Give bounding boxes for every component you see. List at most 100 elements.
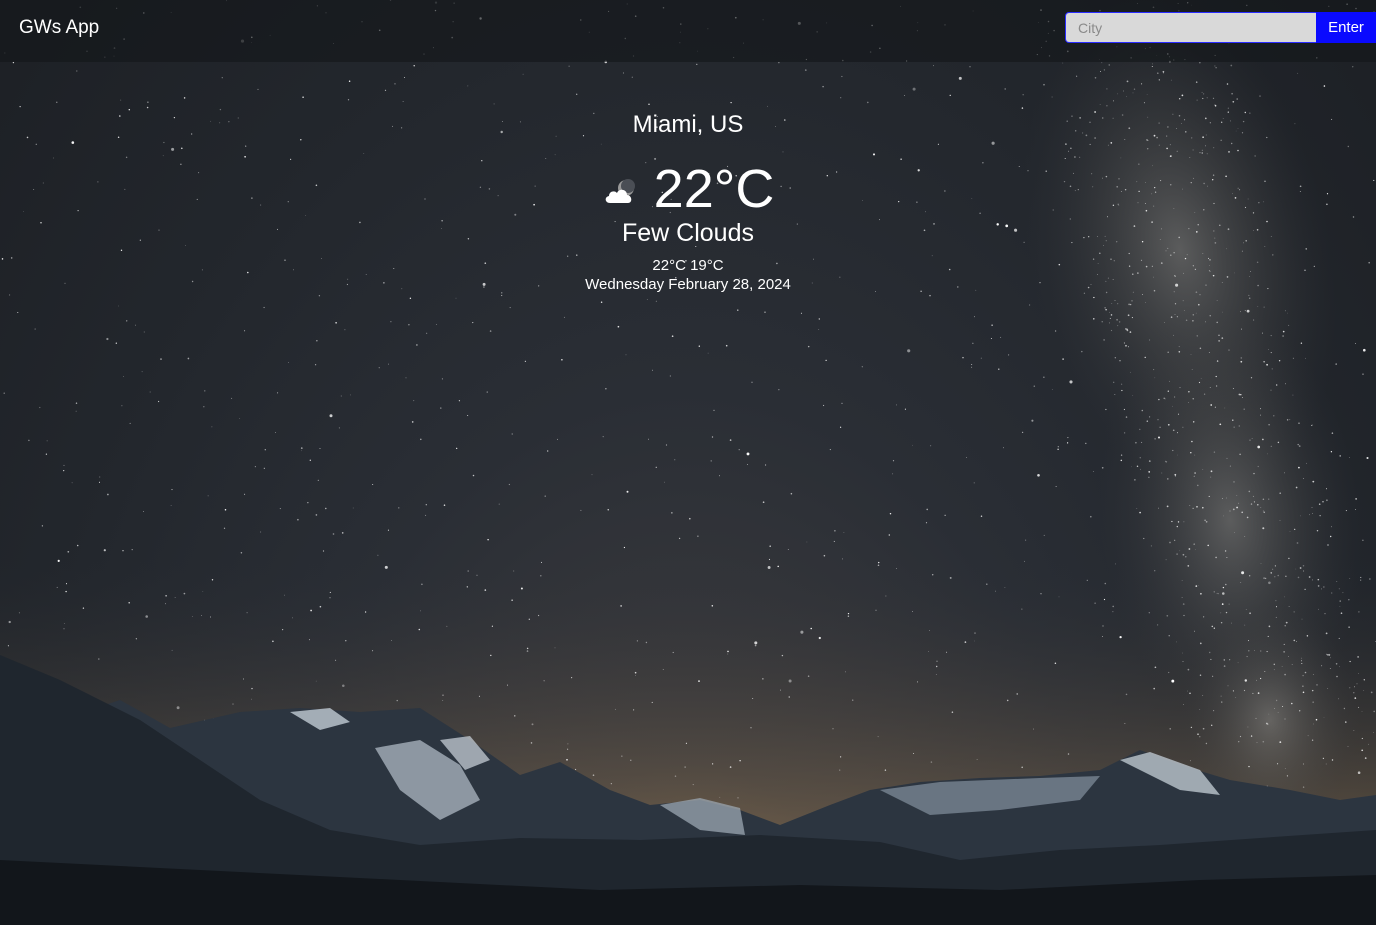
- star: [762, 678, 764, 680]
- star: [478, 695, 480, 697]
- star: [1174, 396, 1176, 398]
- star: [1167, 423, 1170, 426]
- star: [1121, 383, 1123, 385]
- star: [790, 492, 793, 495]
- star: [1355, 498, 1357, 500]
- star: [1360, 576, 1362, 578]
- star: [800, 312, 802, 314]
- star: [1226, 83, 1229, 85]
- star: [1363, 679, 1365, 681]
- star: [1261, 332, 1263, 334]
- star: [1257, 306, 1259, 307]
- star: [402, 100, 404, 102]
- star: [907, 349, 911, 353]
- star: [655, 300, 657, 302]
- star: [183, 592, 186, 595]
- star: [1338, 698, 1339, 700]
- star: [541, 561, 542, 563]
- star: [1354, 686, 1356, 688]
- star: [1016, 693, 1018, 695]
- star: [1125, 344, 1127, 347]
- star: [841, 75, 843, 78]
- star: [246, 612, 248, 614]
- star: [1362, 348, 1366, 352]
- star: [387, 529, 389, 531]
- app-brand[interactable]: GWs App: [19, 16, 99, 40]
- current-date: Wednesday February 28, 2024: [585, 276, 791, 293]
- star: [1092, 471, 1094, 472]
- star: [1277, 763, 1279, 765]
- star: [651, 701, 653, 703]
- star: [1288, 324, 1290, 326]
- star: [1159, 426, 1161, 428]
- star: [63, 623, 65, 624]
- star: [1226, 557, 1228, 559]
- star: [315, 514, 318, 516]
- star: [843, 532, 845, 533]
- star: [580, 509, 582, 511]
- star: [455, 297, 457, 299]
- star: [1171, 679, 1175, 683]
- star: [176, 706, 180, 710]
- star: [1182, 661, 1184, 662]
- star: [929, 294, 931, 297]
- star: [508, 483, 511, 486]
- star: [1311, 424, 1313, 426]
- weather-condition: Few Clouds: [622, 219, 754, 247]
- star: [418, 628, 421, 631]
- star: [1239, 453, 1241, 456]
- star: [1106, 88, 1108, 90]
- star: [1293, 639, 1296, 642]
- star: [332, 533, 335, 535]
- star: [210, 616, 211, 618]
- star: [1195, 549, 1196, 551]
- current-temperature: 22°C: [653, 159, 775, 219]
- star: [1181, 94, 1184, 97]
- star: [1033, 385, 1036, 387]
- star: [1140, 468, 1141, 470]
- star: [1262, 498, 1265, 500]
- star: [1240, 393, 1242, 396]
- star: [1172, 449, 1174, 452]
- star: [1263, 577, 1265, 579]
- star: [416, 344, 418, 346]
- star: [1109, 317, 1111, 319]
- star: [1305, 357, 1307, 359]
- star: [1237, 662, 1239, 664]
- star: [1289, 419, 1291, 421]
- star: [1108, 322, 1110, 324]
- star: [1257, 692, 1260, 694]
- star: [1360, 579, 1362, 581]
- star: [1368, 743, 1370, 745]
- star: [1216, 299, 1218, 301]
- star: [1199, 62, 1201, 64]
- star: [1215, 375, 1217, 378]
- star: [1335, 363, 1337, 365]
- star: [466, 586, 468, 588]
- star: [1287, 312, 1288, 314]
- star: [1196, 99, 1198, 101]
- star: [319, 605, 322, 608]
- star: [1131, 317, 1133, 319]
- star: [1192, 314, 1194, 316]
- star: [1289, 531, 1291, 532]
- star: [1236, 495, 1238, 496]
- star: [149, 391, 151, 393]
- star: [665, 444, 668, 446]
- star: [990, 338, 992, 339]
- star: [1288, 557, 1290, 560]
- star: [120, 99, 122, 101]
- star: [1312, 480, 1315, 483]
- star: [678, 537, 681, 540]
- star: [1208, 352, 1210, 353]
- star: [211, 426, 213, 428]
- star: [514, 715, 516, 717]
- star: [1301, 662, 1303, 665]
- enter-button[interactable]: Enter: [1316, 12, 1376, 43]
- star: [1270, 572, 1272, 574]
- star: [115, 342, 117, 344]
- star: [1238, 502, 1240, 504]
- star: [810, 627, 812, 630]
- city-search-input[interactable]: [1065, 12, 1316, 43]
- star: [1356, 683, 1358, 685]
